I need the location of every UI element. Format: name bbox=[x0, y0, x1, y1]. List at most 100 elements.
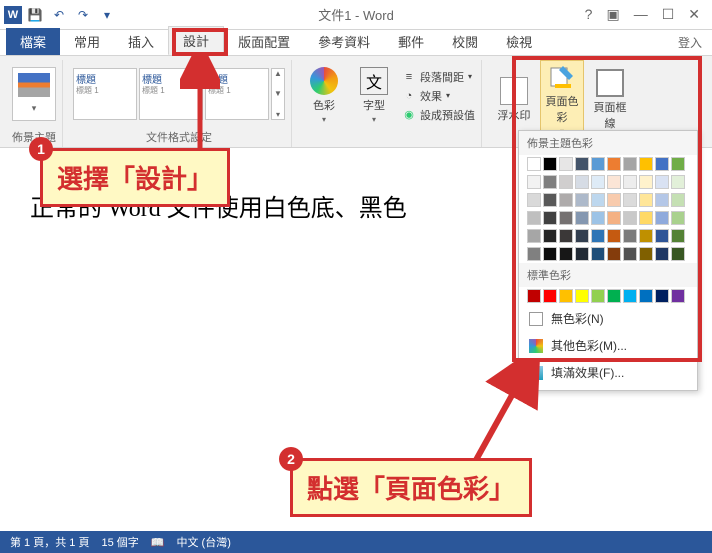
color-swatch[interactable] bbox=[655, 229, 669, 243]
color-swatch[interactable] bbox=[671, 175, 685, 189]
color-swatch[interactable] bbox=[591, 247, 605, 261]
color-swatch[interactable] bbox=[575, 175, 589, 189]
color-swatch[interactable] bbox=[575, 247, 589, 261]
color-swatch[interactable] bbox=[671, 211, 685, 225]
tab-file[interactable]: 檔案 bbox=[6, 28, 60, 55]
tab-review[interactable]: 校閱 bbox=[438, 28, 492, 55]
color-swatch[interactable] bbox=[591, 229, 605, 243]
color-swatch[interactable] bbox=[527, 229, 541, 243]
color-swatch[interactable] bbox=[559, 211, 573, 225]
color-swatch[interactable] bbox=[623, 175, 637, 189]
tab-insert[interactable]: 插入 bbox=[114, 28, 168, 55]
color-swatch[interactable] bbox=[639, 229, 653, 243]
color-swatch[interactable] bbox=[527, 175, 541, 189]
set-default-button[interactable]: ◉設成預設值 bbox=[402, 106, 475, 124]
status-words[interactable]: 15 個字 bbox=[101, 534, 138, 550]
ribbon-toggle-icon[interactable]: ▣ bbox=[606, 6, 619, 23]
themes-button[interactable]: ▾ bbox=[12, 67, 56, 121]
qat-dropdown-icon[interactable]: ▾ bbox=[96, 4, 118, 26]
color-swatch[interactable] bbox=[639, 289, 653, 303]
color-swatch[interactable] bbox=[655, 193, 669, 207]
color-swatch[interactable] bbox=[543, 175, 557, 189]
color-swatch[interactable] bbox=[623, 193, 637, 207]
color-swatch[interactable] bbox=[559, 175, 573, 189]
color-swatch[interactable] bbox=[623, 157, 637, 171]
color-swatch[interactable] bbox=[655, 247, 669, 261]
color-swatch[interactable] bbox=[543, 193, 557, 207]
color-swatch[interactable] bbox=[623, 247, 637, 261]
color-swatch[interactable] bbox=[671, 193, 685, 207]
status-language[interactable]: 中文 (台灣) bbox=[176, 534, 230, 550]
color-swatch[interactable] bbox=[543, 289, 557, 303]
save-icon[interactable]: 💾 bbox=[24, 4, 46, 26]
color-swatch[interactable] bbox=[655, 175, 669, 189]
undo-icon[interactable]: ↶ bbox=[48, 4, 70, 26]
color-swatch[interactable] bbox=[591, 211, 605, 225]
color-swatch[interactable] bbox=[527, 289, 541, 303]
color-swatch[interactable] bbox=[655, 157, 669, 171]
color-swatch[interactable] bbox=[655, 211, 669, 225]
fonts-button[interactable]: 文 字型 ▾ bbox=[352, 65, 396, 126]
help-icon[interactable]: ? bbox=[585, 6, 593, 23]
color-swatch[interactable] bbox=[607, 157, 621, 171]
color-swatch[interactable] bbox=[639, 157, 653, 171]
color-swatch[interactable] bbox=[591, 289, 605, 303]
style-card[interactable]: 標題 標題 1 bbox=[73, 68, 137, 120]
style-card[interactable]: 標題 標題 1 bbox=[139, 68, 203, 120]
color-swatch[interactable] bbox=[671, 289, 685, 303]
color-swatch[interactable] bbox=[607, 175, 621, 189]
minimize-icon[interactable]: — bbox=[634, 6, 648, 23]
color-swatch[interactable] bbox=[591, 157, 605, 171]
close-icon[interactable]: ✕ bbox=[688, 6, 700, 23]
colors-button[interactable]: 色彩 ▾ bbox=[302, 65, 346, 126]
color-swatch[interactable] bbox=[671, 229, 685, 243]
color-swatch[interactable] bbox=[575, 229, 589, 243]
color-swatch[interactable] bbox=[607, 211, 621, 225]
color-swatch[interactable] bbox=[607, 229, 621, 243]
color-swatch[interactable] bbox=[671, 157, 685, 171]
color-swatch[interactable] bbox=[639, 193, 653, 207]
color-swatch[interactable] bbox=[543, 211, 557, 225]
color-swatch[interactable] bbox=[639, 211, 653, 225]
color-swatch[interactable] bbox=[575, 211, 589, 225]
effects-button[interactable]: ◔效果▾ bbox=[402, 87, 475, 105]
fill-effects-item[interactable]: 填滿效果(F)... bbox=[519, 359, 697, 386]
color-swatch[interactable] bbox=[527, 211, 541, 225]
watermark-button[interactable]: 浮水印 bbox=[492, 75, 536, 125]
login-link[interactable]: 登入 bbox=[678, 34, 702, 51]
color-swatch[interactable] bbox=[591, 175, 605, 189]
color-swatch[interactable] bbox=[639, 247, 653, 261]
color-swatch[interactable] bbox=[591, 193, 605, 207]
color-swatch[interactable] bbox=[575, 193, 589, 207]
status-proofing-icon[interactable]: 📖 bbox=[151, 536, 165, 549]
tab-design[interactable]: 設計 bbox=[168, 26, 224, 55]
color-swatch[interactable] bbox=[671, 247, 685, 261]
color-swatch[interactable] bbox=[607, 289, 621, 303]
tab-view[interactable]: 檢視 bbox=[492, 28, 546, 55]
color-swatch[interactable] bbox=[607, 247, 621, 261]
color-swatch[interactable] bbox=[639, 175, 653, 189]
color-swatch[interactable] bbox=[559, 289, 573, 303]
tab-references[interactable]: 參考資料 bbox=[304, 28, 384, 55]
tab-layout[interactable]: 版面配置 bbox=[224, 28, 304, 55]
redo-icon[interactable]: ↷ bbox=[72, 4, 94, 26]
color-swatch[interactable] bbox=[559, 193, 573, 207]
tab-home[interactable]: 常用 bbox=[60, 28, 114, 55]
page-color-button[interactable]: 頁面色彩 ▾ bbox=[540, 60, 584, 139]
status-page[interactable]: 第 1 頁，共 1 頁 bbox=[10, 534, 89, 550]
color-swatch[interactable] bbox=[575, 157, 589, 171]
color-swatch[interactable] bbox=[607, 193, 621, 207]
color-swatch[interactable] bbox=[575, 289, 589, 303]
color-swatch[interactable] bbox=[543, 247, 557, 261]
color-swatch[interactable] bbox=[527, 193, 541, 207]
color-swatch[interactable] bbox=[543, 157, 557, 171]
color-swatch[interactable] bbox=[623, 289, 637, 303]
maximize-icon[interactable]: ☐ bbox=[662, 6, 675, 23]
color-swatch[interactable] bbox=[559, 229, 573, 243]
color-swatch[interactable] bbox=[527, 247, 541, 261]
color-swatch[interactable] bbox=[655, 289, 669, 303]
style-card[interactable]: 標題 標題 1 bbox=[205, 68, 269, 120]
page-borders-button[interactable]: 頁面框線 bbox=[588, 67, 632, 133]
color-swatch[interactable] bbox=[559, 157, 573, 171]
color-swatch[interactable] bbox=[543, 229, 557, 243]
